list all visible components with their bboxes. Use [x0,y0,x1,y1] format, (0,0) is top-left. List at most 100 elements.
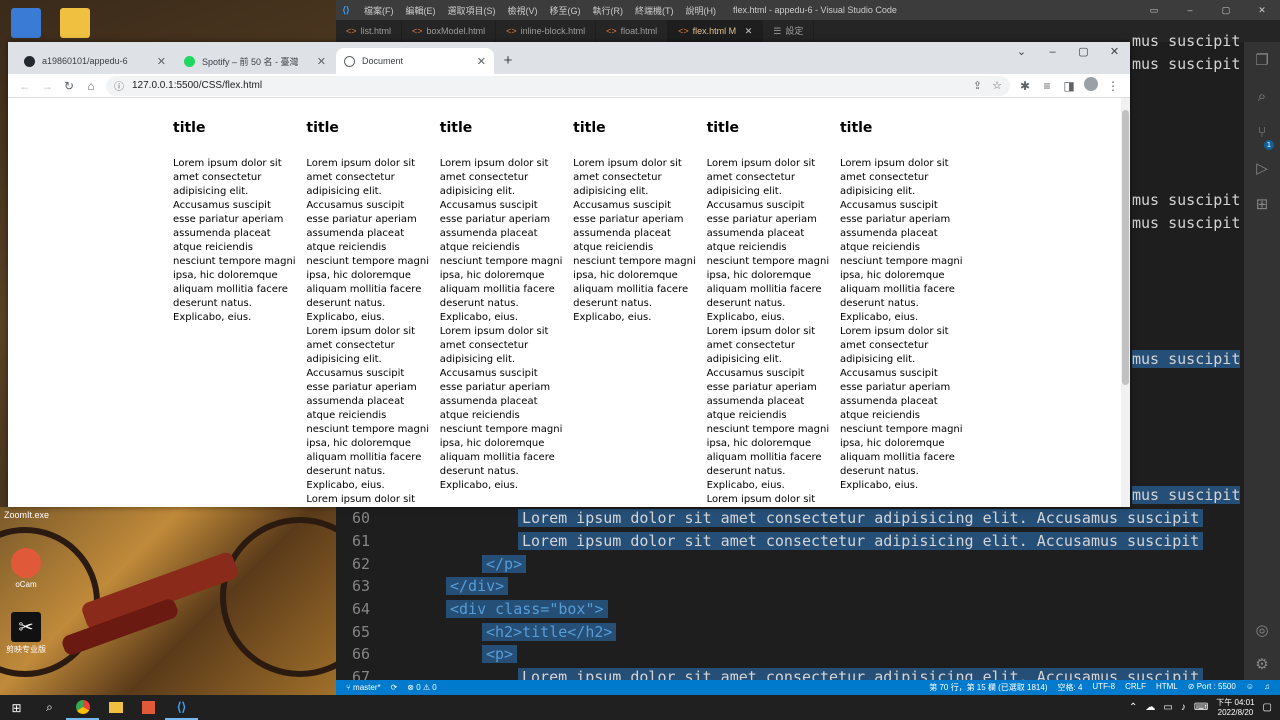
github-icon [24,55,35,67]
editor-text-fragment: mus suscipit [1132,55,1241,73]
editor-text-fragment: mus suscipit [1132,350,1241,368]
code-text: <div class="box"> [446,600,608,619]
vscode-activity-bar: ❐ ⌕ ⑂ ▷ ⊞ 1 ◎ ⚙ [1244,42,1280,680]
code-editor[interactable]: 60 Lorem ipsum dolor sit amet consectetu… [336,507,1244,680]
minimize-button[interactable]: – [1172,0,1208,20]
code-line: 67 Lorem ipsum dolor sit amet consectetu… [336,666,1244,680]
live-server-port[interactable]: ⊘ Port : 5500 [1188,682,1236,693]
tab-close-icon[interactable]: ✕ [477,55,486,68]
chrome-toolbar: ← → ↻ ⌂ ⓘ 127.0.0.1:5500/CSS/flex.html ⇪… [8,74,1130,98]
new-tab-button[interactable]: + [496,48,520,74]
search-icon[interactable]: ⌕ [1244,78,1280,114]
desktop-icon-folder[interactable] [45,8,105,40]
chrome-taskbar-icon[interactable] [66,695,99,720]
clock[interactable]: 下午 04:01 2022/8/20 [1216,698,1254,718]
tab-inline-block-html[interactable]: <> inline-block.html [496,20,597,42]
scrollbar-thumb[interactable] [1122,110,1129,385]
maximize-button[interactable]: ▢ [1068,42,1099,62]
vscode-taskbar-icon[interactable]: ⟨⟩ [165,695,198,720]
store-icon[interactable] [132,695,165,720]
tab-float-html[interactable]: <> float.html [596,20,669,42]
run-debug-icon[interactable]: ▷ [1244,150,1280,186]
side-panel-icon[interactable]: ◨ [1058,79,1080,93]
account-icon[interactable]: ◎ [1244,612,1280,648]
tab-label: 設定 [785,26,804,36]
encoding[interactable]: UTF-8 [1092,682,1115,693]
spotify-icon [184,55,195,67]
address-bar[interactable]: ⓘ 127.0.0.1:5500/CSS/flex.html ⇪ ☆ [106,75,1010,96]
desktop-icon-capcut[interactable]: ✂ 剪映专业版 [0,612,56,655]
profile-avatar[interactable] [1080,77,1102,94]
forward-button[interactable]: → [36,79,58,93]
tab-close-icon[interactable]: ✕ [317,55,326,68]
sync-icon[interactable]: ⟳ [391,683,398,692]
search-icon[interactable]: ⌕ [33,695,66,720]
explorer-icon[interactable]: ❐ [1244,42,1280,78]
back-button[interactable]: ← [14,79,36,93]
code-line: 63 </div> [336,575,1244,598]
cursor-position[interactable]: 第 70 行，第 15 欄 (已選取 1814) [929,682,1047,693]
problems-indicator[interactable]: ⊗ 0 ⚠ 0 [407,683,436,692]
indentation[interactable]: 空格: 4 [1058,682,1083,693]
site-info-icon[interactable]: ⓘ [114,78,124,93]
manage-gear-icon[interactable]: ⚙ [1244,646,1280,682]
source-control-icon[interactable]: ⑂ [1244,114,1280,150]
language-mode[interactable]: HTML [1156,682,1178,693]
browser-tab-github[interactable]: a19860101/appedu-6 ✕ [16,48,174,74]
end-of-line[interactable]: CRLF [1125,682,1146,693]
menu-run[interactable]: 執行(R) [593,4,624,17]
code-line: 66 <p> [336,643,1244,666]
extensions-icon[interactable]: ✱ [1014,79,1036,93]
menu-terminal[interactable]: 終端機(T) [635,4,674,17]
menu-edit[interactable]: 編輯(E) [406,4,436,17]
close-button[interactable]: ✕ [1244,0,1280,20]
media-icon[interactable]: ≡ [1036,79,1058,93]
menu-view[interactable]: 檢視(V) [508,4,538,17]
tab-close-icon[interactable]: ✕ [157,55,166,68]
file-explorer-icon[interactable] [99,695,132,720]
tab-close-icon[interactable]: ✕ [745,26,753,36]
home-button[interactable]: ⌂ [80,79,102,93]
box-paragraph: Lorem ipsum dolor sit amet consectetur a… [706,326,830,491]
chevron-up-icon[interactable]: ⌃ [1129,702,1137,713]
maximize-button[interactable]: ▢ [1208,0,1244,20]
url-text: 127.0.0.1:5500/CSS/flex.html [132,80,263,91]
feedback-icon[interactable]: ☺ [1246,682,1254,693]
share-icon[interactable]: ⇪ [973,79,982,92]
desktop-icon-ocam[interactable]: oCam [0,548,56,589]
menu-file[interactable]: 檔案(F) [364,4,394,17]
git-branch[interactable]: ⑂ master* [346,683,381,692]
notifications-icon[interactable]: ♫ [1264,682,1270,693]
reload-button[interactable]: ↻ [58,79,80,93]
tab-label: inline-block.html [520,26,586,36]
settings-icon: ☰ [773,26,782,36]
cloud-icon[interactable]: ☁ [1145,702,1155,713]
menu-go[interactable]: 移至(G) [550,4,581,17]
page-scrollbar[interactable] [1121,98,1130,507]
box-paragraph: Lorem ipsum dolor sit amet consectetur a… [306,494,416,505]
close-button[interactable]: ✕ [1099,42,1130,62]
editor-text-fragment: mus suscipit [1132,191,1241,209]
extensions-icon[interactable]: ⊞ [1244,186,1280,222]
html-file-icon: <> [606,26,617,36]
notification-icon[interactable]: ▢ [1263,702,1272,713]
minimize-button[interactable]: – [1037,42,1068,62]
network-icon[interactable]: ▭ [1163,702,1172,713]
tab-search-icon[interactable]: ⌄ [1006,42,1037,62]
browser-tab-document[interactable]: Document ✕ [336,48,494,74]
volume-icon[interactable]: ♪ [1181,702,1186,713]
browser-tab-spotify[interactable]: Spotify – 前 50 名 - 臺灣 ✕ [176,48,334,74]
tab-settings[interactable]: ☰ 設定 [763,20,815,42]
more-menu-icon[interactable]: ⋮ [1102,79,1124,93]
box-title: title [706,120,740,136]
menu-help[interactable]: 說明(H) [686,4,717,17]
windows-start-icon[interactable]: ⊞ [0,695,33,720]
menu-selection[interactable]: 選取項目(S) [448,4,496,17]
html-file-icon: <> [678,26,689,36]
layout-icon[interactable]: ▭ [1136,0,1172,20]
input-method-icon[interactable]: ⌨ [1194,702,1208,713]
tab-list-html[interactable]: <> list.html [336,20,403,42]
bookmark-star-icon[interactable]: ☆ [992,79,1002,92]
tab-flex-html[interactable]: <> flex.html M ✕ [668,20,764,42]
tab-boxmodel-html[interactable]: <> boxModel.html [402,20,497,42]
